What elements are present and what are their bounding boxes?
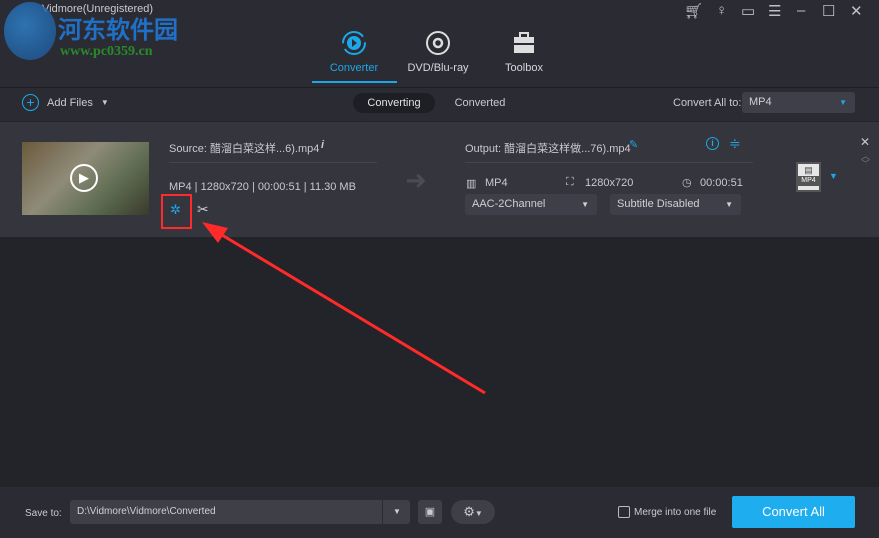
merge-label: Merge into one file (634, 507, 717, 518)
save-to-label: Save to: (25, 508, 62, 519)
annotation-arrow-line (211, 227, 486, 395)
annotation-highlight-box (161, 194, 192, 229)
bottom-bar: Save to: D:\Vidmore\Vidmore\Converted ▼ ▣… (0, 487, 879, 538)
convert-all-button[interactable]: Convert All (732, 496, 855, 528)
settings-gear-icon[interactable]: ⚙▼ (451, 500, 495, 524)
annotation-arrow-head (202, 222, 228, 243)
merge-checkbox[interactable] (618, 506, 630, 518)
annotation-overlay (161, 194, 486, 395)
open-folder-icon[interactable]: ▣ (418, 500, 442, 524)
save-path-select[interactable]: D:\Vidmore\Vidmore\Converted ▼ (70, 500, 410, 524)
